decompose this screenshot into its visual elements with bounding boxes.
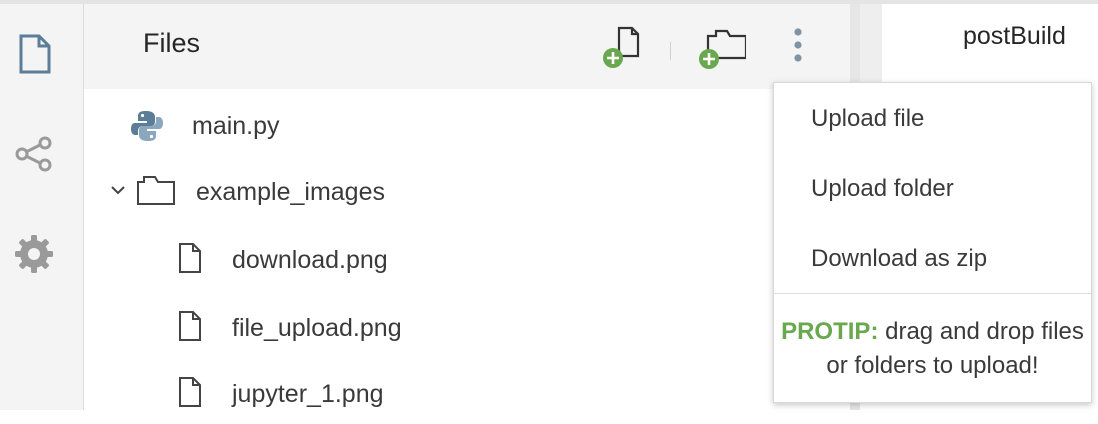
python-icon [131,111,163,141]
file-icon [179,311,201,341]
panel-title: Files [143,28,201,58]
menu-item-label: Download as zip [811,245,988,272]
file-icon [179,377,201,407]
protip-text: PROTIP: drag and drop files or folders t… [774,315,1091,383]
file-browser-panel: Files main.py example_images download.pn… [84,4,850,410]
vertical-ellipsis-icon [794,28,802,62]
more-options-button[interactable] [773,22,823,72]
menu-item-download-zip[interactable]: Download as zip [774,225,1091,291]
menu-item-upload-file[interactable]: Upload file [774,85,1091,151]
file-row-file-upload-png[interactable]: file_upload.png [84,298,850,358]
folder-row-example-images[interactable]: example_images [84,162,850,222]
menu-item-label: Upload file [811,105,925,132]
file-row-jupyter-1-png[interactable]: jupyter_1.png [84,364,850,424]
file-options-menu: Upload file Upload folder Download as zi… [773,82,1092,403]
folder-name: example_images [196,178,385,206]
new-file-icon [603,26,640,68]
tab-label: postBuild [963,22,1066,50]
file-name: download.png [232,246,388,274]
file-name: file_upload.png [232,314,402,342]
file-row-download-png[interactable]: download.png [84,230,850,290]
menu-divider [774,293,1091,294]
toolbar-separator [670,42,671,60]
protip-label: PROTIP: [781,318,879,345]
activity-rail [0,4,84,410]
new-file-button[interactable] [600,22,650,72]
files-icon[interactable] [12,32,56,76]
file-row-main-py[interactable]: main.py [84,96,850,156]
menu-item-label: Upload folder [811,175,954,202]
folder-icon [137,176,175,205]
file-name: jupyter_1.png [232,380,384,408]
chevron-down-icon[interactable] [110,182,126,198]
settings-gear-icon[interactable] [12,232,56,276]
menu-item-upload-folder[interactable]: Upload folder [774,155,1091,221]
file-browser-header: Files [84,4,850,89]
file-name: main.py [192,112,280,140]
new-folder-icon [699,29,746,69]
tab-strip-gap [860,4,882,82]
editor-tab-postbuild[interactable]: postBuild [882,4,1098,74]
file-icon [179,243,201,273]
git-share-icon[interactable] [12,132,56,176]
new-folder-button[interactable] [696,22,746,72]
